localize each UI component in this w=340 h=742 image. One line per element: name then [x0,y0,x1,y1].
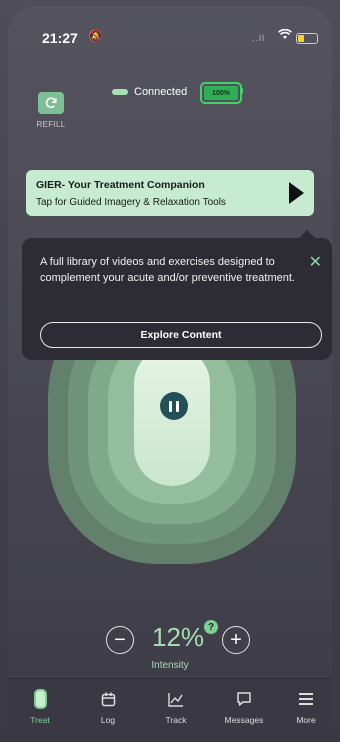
close-icon[interactable]: ✕ [309,252,322,272]
signal-icon: ..ll [252,33,265,43]
connection-status: Connected [112,86,187,98]
connection-label: Connected [134,86,188,98]
bell-slash-icon: 🔕 [88,29,103,43]
nav-label: Track [165,715,187,725]
pause-button[interactable] [160,392,188,420]
treat-icon [12,689,68,709]
banner-subtitle: Tap for Guided Imagery & Relaxation Tool… [36,197,226,208]
gier-banner[interactable]: GIER- Your Treatment Companion Tap for G… [26,170,314,216]
chat-icon [216,689,272,709]
intensity-value: 12% [152,622,205,652]
status-time: 21:27 [42,30,78,46]
decrease-intensity-button[interactable]: − [106,626,134,654]
refresh-icon [38,92,64,114]
battery-percent: 100% [204,86,238,100]
nav-label: More [296,715,316,725]
nav-item-track[interactable]: Track [148,689,204,725]
intensity-label: Intensity [151,660,189,671]
chart-icon [148,689,204,709]
nav-label: Log [100,715,116,725]
increase-intensity-button[interactable]: + [222,626,250,654]
battery-tip [240,88,243,94]
wifi-icon [278,28,292,43]
nav-label: Messages [224,715,264,725]
banner-title: GIER- Your Treatment Companion [36,179,205,191]
nav-item-log[interactable]: Log [80,689,136,725]
nav-item-more[interactable]: More [278,689,332,725]
status-bar: 21:27 🔕 ..ll [8,24,332,48]
intensity-control: − 12% ? + Intensity [8,614,332,674]
explore-content-button[interactable]: Explore Content [40,322,322,348]
refill-label: REFILL [36,120,66,129]
pause-icon [169,400,172,412]
nav-label: Treat [30,715,50,725]
phone-screen: 21:27 🔕 ..ll REFILL Connected 100% GIER-… [8,6,332,738]
info-tooltip: A full library of videos and exercises d… [22,238,332,360]
nav-item-treat[interactable]: Treat [12,689,68,725]
bottom-nav: Treat Log Track Messages More [8,678,332,738]
menu-icon [278,689,332,709]
status-battery-icon [296,33,318,44]
play-icon[interactable] [289,182,304,204]
help-icon[interactable]: ? [204,620,218,634]
calendar-icon [80,689,136,709]
nav-item-messages[interactable]: Messages [216,689,272,725]
refill-button[interactable]: REFILL [34,92,68,129]
device-battery: 100% [200,82,242,104]
tooltip-text: A full library of videos and exercises d… [40,256,295,284]
connection-indicator [112,89,128,95]
